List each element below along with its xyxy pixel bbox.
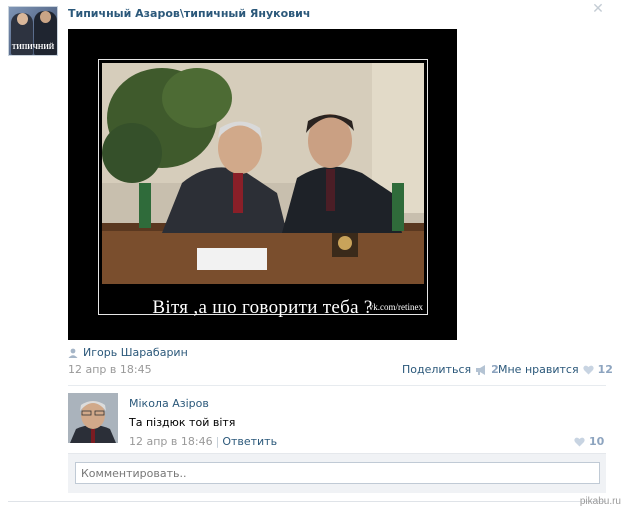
wall-post: ТИПИЧНИЙ Типичный Азаров\типичный Януков…: [0, 0, 625, 511]
comment-avatar-photo: [68, 393, 118, 443]
comment-date[interactable]: 12 апр в 18:46: [129, 435, 213, 448]
avatar-face-left: [17, 13, 28, 25]
group-avatar[interactable]: ТИПИЧНИЙ: [8, 6, 58, 56]
comment-like-button[interactable]: 10: [574, 435, 604, 448]
comment-meta: 12 апр в 18:46 | Ответить: [129, 435, 277, 448]
author-name-link[interactable]: Игорь Шарабарин: [83, 346, 188, 359]
avatar-face-right: [40, 11, 51, 23]
reply-link[interactable]: Ответить: [222, 435, 277, 448]
share-button[interactable]: Поделиться 2: [402, 363, 499, 376]
like-button[interactable]: Мне нравится 12: [498, 363, 613, 376]
comment-input[interactable]: [75, 462, 600, 484]
user-icon: [68, 348, 78, 358]
close-icon[interactable]: ✕: [592, 2, 604, 16]
comment-text: Та піздюк той вітя: [129, 416, 236, 429]
photo-illustration: [102, 63, 424, 284]
comment-like-count: 10: [589, 435, 605, 448]
post-date[interactable]: 12 апр в 18:45: [68, 363, 152, 376]
site-watermark: pikabu.ru: [579, 496, 621, 507]
like-count: 12: [597, 363, 613, 376]
share-label: Поделиться: [402, 363, 472, 376]
demotivator-frame: vk.com/retinex: [98, 59, 428, 315]
photo: [102, 63, 424, 284]
like-label: Мне нравится: [498, 363, 579, 376]
demotivator-caption: Вітя ,а шо говорити теба ?: [152, 297, 373, 318]
comment-avatar[interactable]: [68, 393, 118, 443]
comment-box: [68, 453, 606, 493]
divider: [68, 385, 606, 386]
bottom-divider: [8, 501, 606, 502]
post-author[interactable]: Игорь Шарабарин: [68, 346, 188, 359]
heart-icon: [574, 437, 585, 446]
group-title-link[interactable]: Типичный Азаров\типичный Янукович: [68, 7, 310, 20]
comment-author-link[interactable]: Мікола Азіров: [129, 397, 209, 410]
post-image[interactable]: vk.com/retinex Вітя ,а шо говорити теба …: [68, 29, 457, 340]
avatar-caption: ТИПИЧНИЙ: [11, 43, 55, 51]
meta-separator: |: [215, 435, 220, 448]
megaphone-icon: [476, 364, 486, 375]
heart-icon: [582, 365, 594, 374]
